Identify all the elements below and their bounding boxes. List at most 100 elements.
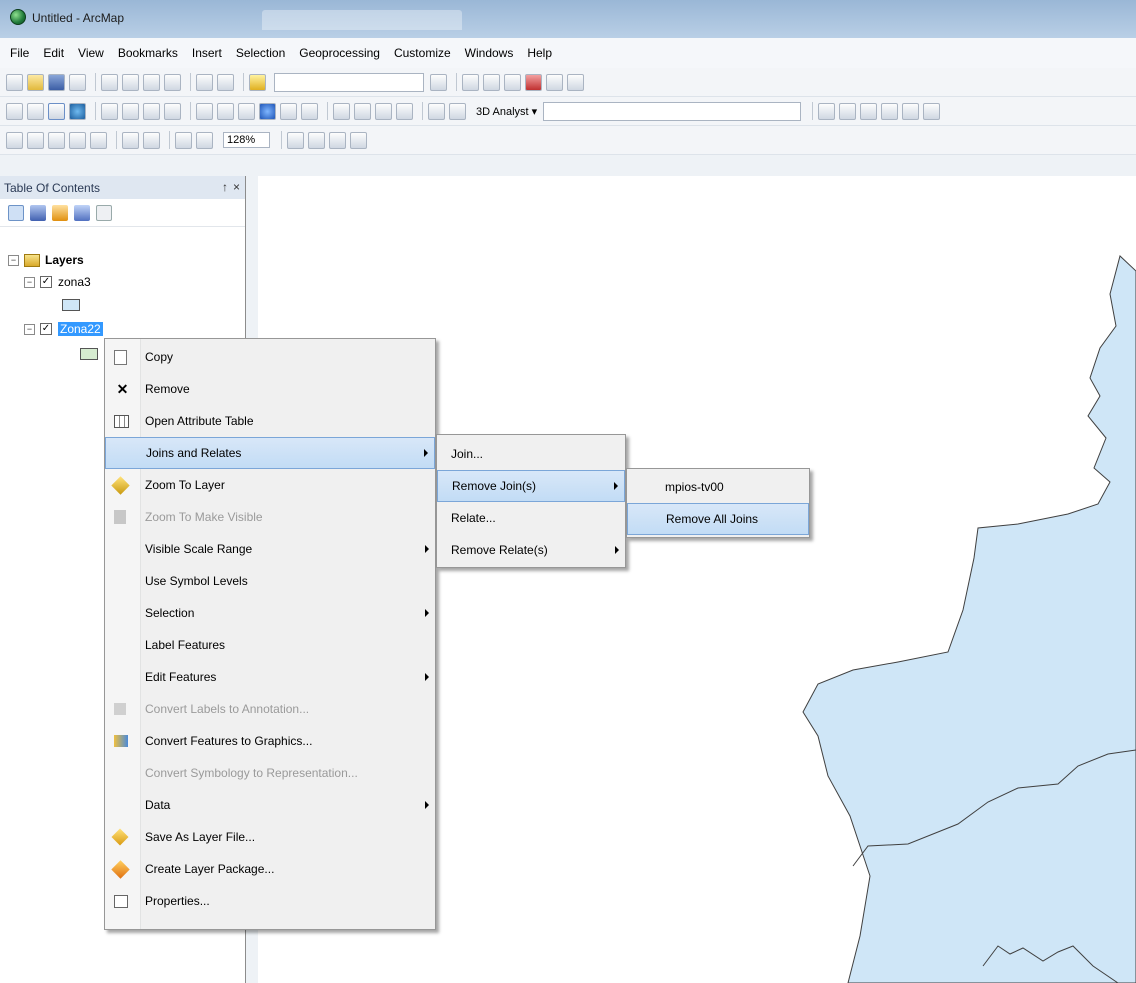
profile-graph-icon[interactable]: [923, 102, 941, 120]
options-icon[interactable]: [96, 204, 112, 221]
select-features-icon[interactable]: [196, 102, 213, 120]
redo-icon[interactable]: [217, 73, 234, 91]
search-window-icon[interactable]: [504, 73, 521, 91]
menu-selection[interactable]: Selection: [236, 46, 285, 60]
menu-insert[interactable]: Insert: [192, 46, 222, 60]
hyperlink-icon[interactable]: [280, 102, 297, 120]
fixed-zoom-out-icon[interactable]: [122, 102, 139, 120]
layer-visibility-checkbox[interactable]: ✓: [40, 323, 52, 335]
pin-icon[interactable]: ↑: [222, 180, 228, 194]
paste-icon[interactable]: [143, 73, 160, 91]
fixed-layout-zoom-out-icon[interactable]: [143, 131, 160, 149]
toggle-draft-icon[interactable]: [287, 131, 305, 149]
menu-item-properties[interactable]: Properties...: [105, 885, 435, 917]
map-polygon[interactable]: [802, 255, 1136, 983]
list-by-source-icon[interactable]: [30, 204, 46, 221]
steepest-path-icon[interactable]: [839, 102, 857, 120]
cut-icon[interactable]: [101, 73, 118, 91]
save-icon[interactable]: [48, 73, 65, 91]
measure-icon[interactable]: [333, 102, 350, 120]
new-document-icon[interactable]: [6, 73, 23, 91]
menu-item-remove-all-joins[interactable]: Remove All Joins: [627, 503, 809, 535]
layout-back-icon[interactable]: [175, 131, 192, 149]
menu-item-copy[interactable]: Copy: [105, 341, 435, 373]
identify-icon[interactable]: [259, 102, 276, 120]
layers-data-frame[interactable]: − Layers: [8, 250, 84, 270]
menu-item-zoom-to-make-visible[interactable]: Zoom To Make Visible: [105, 501, 435, 533]
menu-customize[interactable]: Customize: [394, 46, 451, 60]
modelbuilder-icon[interactable]: [567, 73, 584, 91]
menu-item-data[interactable]: Data: [105, 789, 435, 821]
menu-item-zoom-to-layer[interactable]: Zoom To Layer: [105, 469, 435, 501]
menu-item-relate[interactable]: Relate...: [437, 502, 625, 534]
layer-row-zona22[interactable]: − ✓ Zona22: [24, 319, 103, 339]
list-by-drawing-order-icon[interactable]: [8, 204, 24, 221]
change-layout-icon[interactable]: [329, 131, 347, 149]
layout-zoom-out-icon[interactable]: [27, 131, 44, 149]
forward-extent-icon[interactable]: [164, 102, 181, 120]
layout-pan-icon[interactable]: [48, 131, 65, 149]
interpolate-point-icon[interactable]: [881, 102, 899, 120]
layer-row-zona3[interactable]: − ✓ zona3: [24, 272, 91, 292]
menu-view[interactable]: View: [78, 46, 104, 60]
menu-item-remove-relates[interactable]: Remove Relate(s): [437, 534, 625, 566]
close-icon[interactable]: ×: [233, 180, 240, 194]
open-folder-icon[interactable]: [27, 73, 44, 91]
collapse-icon[interactable]: −: [24, 323, 35, 335]
html-popup-icon[interactable]: [301, 102, 318, 120]
layer-label[interactable]: zona3: [58, 275, 91, 289]
zoom-out-icon[interactable]: [27, 102, 44, 120]
3d-analyst-dropdown[interactable]: 3D Analyst ▾: [476, 105, 537, 118]
menu-file[interactable]: File: [10, 46, 29, 60]
arctoolbox-icon[interactable]: [525, 73, 542, 91]
zoom-in-icon[interactable]: [6, 102, 23, 120]
scale-combo[interactable]: [274, 72, 424, 92]
collapse-icon[interactable]: −: [8, 254, 19, 266]
menu-windows[interactable]: Windows: [465, 46, 514, 60]
list-by-selection-icon[interactable]: [74, 204, 90, 221]
back-extent-icon[interactable]: [143, 102, 160, 120]
python-window-icon[interactable]: [546, 73, 563, 91]
layout-forward-icon[interactable]: [196, 131, 213, 149]
menu-item-selection[interactable]: Selection: [105, 597, 435, 629]
find-icon[interactable]: [354, 102, 371, 120]
goto-xy-icon[interactable]: [396, 102, 413, 120]
polygon-symbol-swatch[interactable]: [80, 348, 98, 360]
data-driven-pages-icon[interactable]: [350, 131, 368, 149]
menu-item-open-attribute-table[interactable]: Open Attribute Table: [105, 405, 435, 437]
select-elements-icon[interactable]: [238, 102, 255, 120]
focus-data-frame-icon[interactable]: [308, 131, 326, 149]
print-icon[interactable]: [69, 73, 86, 91]
create-viewer-icon[interactable]: [449, 102, 466, 120]
menu-item-use-symbol-levels[interactable]: Use Symbol Levels: [105, 565, 435, 597]
menu-item-remove-joins[interactable]: Remove Join(s): [437, 470, 625, 502]
zoom-100-icon[interactable]: [90, 131, 107, 149]
zoom-percent-combo[interactable]: 128%: [223, 132, 271, 148]
menu-bookmarks[interactable]: Bookmarks: [118, 46, 178, 60]
layout-zoom-in-icon[interactable]: [6, 131, 23, 149]
find-route-icon[interactable]: [375, 102, 392, 120]
3d-analyst-layer-combo[interactable]: [543, 101, 802, 121]
menu-item-save-as-layer-file[interactable]: Save As Layer File...: [105, 821, 435, 853]
add-data-icon[interactable]: [249, 73, 266, 91]
interpolate-line-icon[interactable]: [902, 102, 920, 120]
collapse-icon[interactable]: −: [24, 276, 35, 288]
undo-icon[interactable]: [196, 73, 213, 91]
menu-geoprocessing[interactable]: Geoprocessing: [299, 46, 380, 60]
list-by-visibility-icon[interactable]: [52, 204, 68, 221]
menu-edit[interactable]: Edit: [43, 46, 64, 60]
menu-help[interactable]: Help: [527, 46, 552, 60]
catalog-window-icon[interactable]: [483, 73, 500, 91]
menu-item-edit-features[interactable]: Edit Features: [105, 661, 435, 693]
menu-item-joins-and-relates[interactable]: Joins and Relates: [105, 437, 435, 469]
clear-selection-icon[interactable]: [217, 102, 234, 120]
full-extent-icon[interactable]: [69, 102, 86, 120]
menu-item-convert-labels[interactable]: Convert Labels to Annotation...: [105, 693, 435, 725]
menu-item-join[interactable]: Join...: [437, 438, 625, 470]
toc-window-icon[interactable]: [462, 73, 479, 91]
menu-item-join-mpios-tv00[interactable]: mpios-tv00: [627, 471, 809, 503]
pan-icon[interactable]: [48, 102, 65, 120]
editor-icon[interactable]: [430, 73, 447, 91]
time-slider-icon[interactable]: [428, 102, 445, 120]
menu-item-convert-symbology[interactable]: Convert Symbology to Representation...: [105, 757, 435, 789]
